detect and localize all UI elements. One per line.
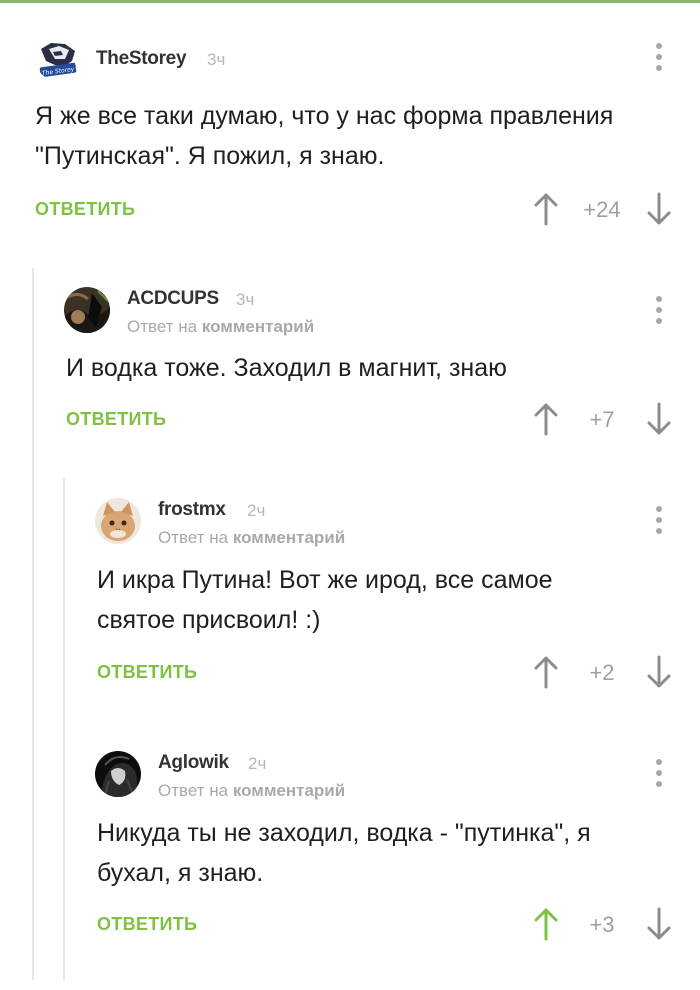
comment-time: 2ч bbox=[248, 754, 267, 773]
reply-button[interactable]: ОТВЕТИТЬ bbox=[97, 914, 197, 935]
avatar[interactable] bbox=[95, 751, 141, 797]
arrow-down-icon[interactable] bbox=[646, 907, 672, 941]
author-name[interactable]: Aglowik bbox=[158, 752, 229, 774]
more-vertical-icon[interactable] bbox=[649, 759, 669, 791]
reply-info: Ответ на комментарий bbox=[158, 781, 345, 801]
arrow-up-icon[interactable] bbox=[533, 907, 559, 941]
comment-aglowik: Aglowik 2ч Ответ на комментарий Никуда т… bbox=[0, 0, 700, 970]
comment-line: Никуда ты не заходил, водка - "путинка",… bbox=[97, 819, 591, 847]
rating-count: +3 bbox=[589, 912, 615, 937]
comment-line: бухал, я знаю. bbox=[97, 859, 264, 887]
avatar-image bbox=[95, 751, 141, 797]
reply-info-prefix: Ответ на bbox=[158, 781, 229, 800]
comment-body: Никуда ты не заходил, водка - "путинка",… bbox=[97, 813, 687, 893]
reply-info-link[interactable]: комментарий bbox=[233, 781, 345, 800]
